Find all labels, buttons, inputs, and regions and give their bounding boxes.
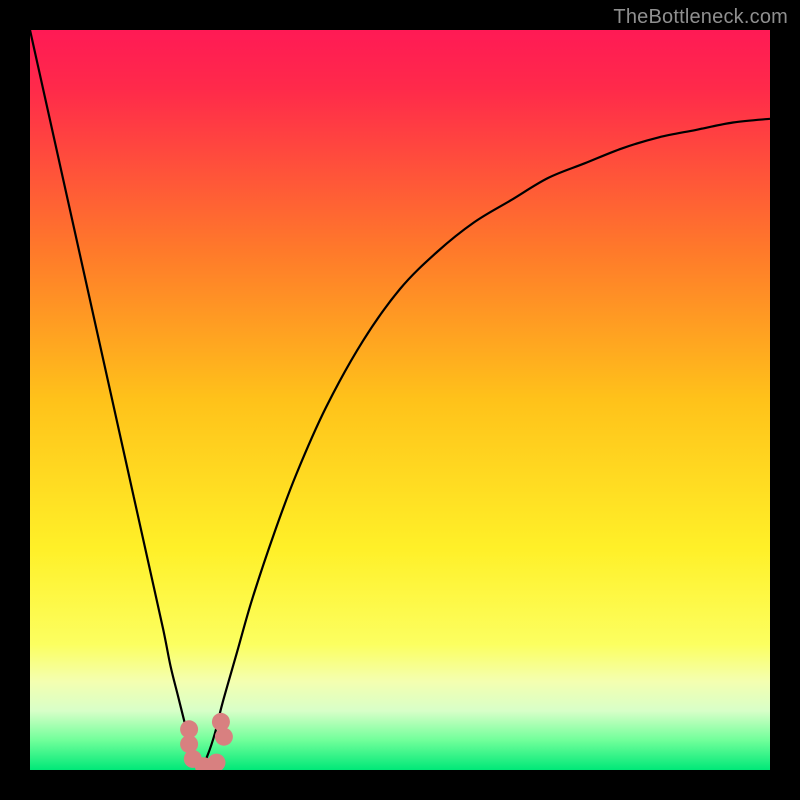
bottleneck-chart bbox=[30, 30, 770, 770]
annotation-dot bbox=[215, 728, 233, 746]
chart-frame: TheBottleneck.com bbox=[0, 0, 800, 800]
watermark-label: TheBottleneck.com bbox=[613, 6, 788, 29]
annotation-dot bbox=[212, 713, 230, 731]
gradient-background bbox=[30, 30, 770, 770]
plot-area bbox=[30, 30, 770, 770]
